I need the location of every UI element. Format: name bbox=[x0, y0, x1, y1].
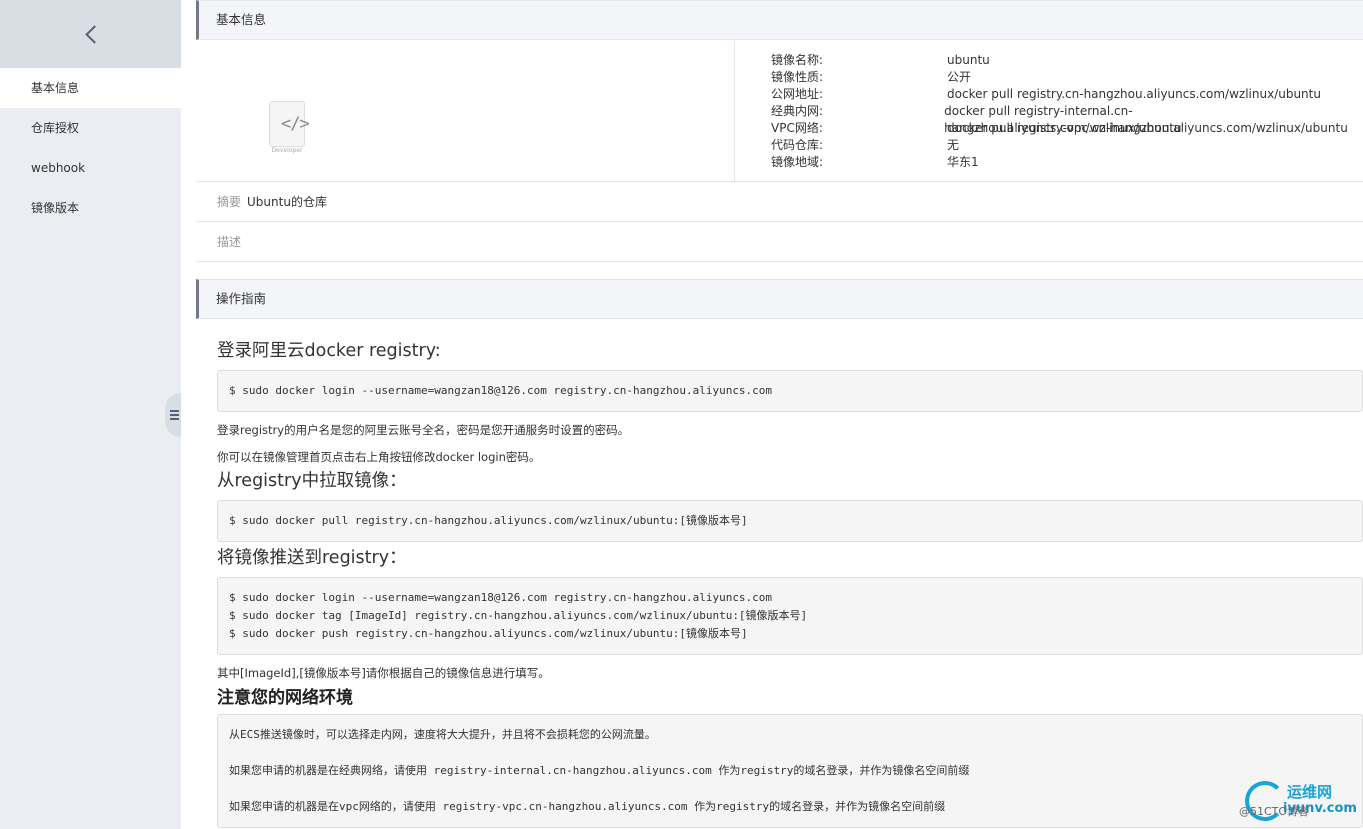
basic-info-header: 基本信息 bbox=[196, 0, 1363, 40]
sidebar-item-repo-auth[interactable]: 仓库授权 bbox=[0, 108, 181, 148]
logo-caption: Developer bbox=[271, 147, 303, 154]
summary-value: Ubuntu的仓库 bbox=[247, 195, 327, 209]
attr-value: docker pull registry.cn-hangzhou.aliyunc… bbox=[947, 87, 1321, 101]
description-label: 描述 bbox=[217, 235, 242, 249]
attr-key: VPC网络: bbox=[771, 121, 823, 135]
menu-icon bbox=[170, 409, 179, 421]
repo-logo-area: </> Developer bbox=[196, 40, 736, 181]
sidebar-item-webhook[interactable]: webhook bbox=[0, 148, 181, 188]
repo-attributes: 镜像名称: ubuntu 镜像性质: 公开 公网地址: docker pull reg… bbox=[735, 40, 1363, 181]
sidebar-item-basic-info[interactable]: 基本信息 bbox=[0, 68, 181, 108]
push-code-block: $ sudo docker login --username=wangzan18… bbox=[217, 577, 1363, 655]
watermark-text-1: 运维网 bbox=[1287, 783, 1333, 801]
login-note-1: 登录registry的用户名是您的阿里云账号全名，密码是您开通服务时设置的密码。 bbox=[217, 423, 630, 437]
sidebar-header bbox=[0, 0, 181, 68]
attr-key: 代码仓库: bbox=[771, 138, 824, 152]
summary-row: 摘要 Ubuntu的仓库 bbox=[196, 182, 1363, 222]
attr-value: 公开 bbox=[947, 70, 972, 84]
login-code-block: $ sudo docker login --username=wangzan18… bbox=[217, 370, 1363, 412]
attr-key: 镜像地域: bbox=[771, 155, 824, 169]
push-note: 其中[ImageId],[镜像版本号]请你根据自己的镜像信息进行填写。 bbox=[217, 666, 550, 680]
pull-code-block: $ sudo docker pull registry.cn-hangzhou.… bbox=[217, 500, 1363, 542]
network-code-block: 从ECS推送镜像时，可以选择走内网，速度将大大提升，并且将不会损耗您的公网流量。… bbox=[217, 714, 1363, 828]
sidebar-collapse-button[interactable] bbox=[165, 393, 181, 437]
summary-label: 摘要 bbox=[217, 195, 242, 209]
basic-info-box: </> Developer 镜像名称: ubuntu 镜像性质: 公开 公网地址: d… bbox=[196, 40, 1363, 182]
watermark-logo: 运维网 iyunv.com @51CTO博客 bbox=[1239, 779, 1357, 823]
attr-row: 代码仓库: 无 bbox=[771, 137, 1363, 154]
network-title: 注意您的网络环境 bbox=[217, 688, 353, 708]
sidebar: 基本信息 仓库授权 webhook 镜像版本 bbox=[0, 0, 181, 829]
developer-code-icon: </> Developer bbox=[269, 94, 310, 154]
attr-value: ubuntu bbox=[947, 53, 990, 67]
attr-key: 经典内网: bbox=[771, 104, 824, 118]
attr-value: docker pull registry-vpc.cn-hangzhou.ali… bbox=[947, 121, 1348, 135]
guide-content: 登录阿里云docker registry: $ sudo docker logi… bbox=[196, 319, 1363, 828]
watermark-text-3: @51CTO博客 bbox=[1239, 805, 1310, 818]
pull-title: 从registry中拉取镜像： bbox=[217, 471, 407, 491]
attr-row: 镜像地域: 华东1 bbox=[771, 154, 1363, 171]
sidebar-item-image-versions[interactable]: 镜像版本 bbox=[0, 188, 181, 228]
chevron-left-icon[interactable] bbox=[83, 23, 99, 45]
attr-row: VPC网络: docker pull registry-vpc.cn-hangzh… bbox=[771, 120, 1363, 137]
push-title: 将镜像推送到registry： bbox=[217, 548, 407, 568]
attr-row: 镜像名称: ubuntu bbox=[771, 52, 1363, 69]
description-row: 描述 bbox=[196, 222, 1363, 262]
attr-value: 华东1 bbox=[947, 155, 979, 169]
attr-value: docker pull registry-internal.cn-hangzho… bbox=[944, 104, 1182, 135]
login-title: 登录阿里云docker registry: bbox=[217, 341, 441, 361]
attr-row: 经典内网: docker pull registry-internal.cn-ha… bbox=[771, 103, 1363, 135]
attr-row: 镜像性质: 公开 bbox=[771, 69, 1363, 86]
attr-value: 无 bbox=[947, 138, 960, 152]
guide-header: 操作指南 bbox=[196, 279, 1363, 319]
login-note-2: 你可以在镜像管理首页点击右上角按钮修改docker login密码。 bbox=[217, 450, 541, 464]
attr-key: 镜像名称: bbox=[771, 53, 824, 67]
attr-key: 公网地址: bbox=[771, 87, 824, 101]
attr-key: 镜像性质: bbox=[771, 70, 824, 84]
attr-row: 公网地址: docker pull registry.cn-hangzhou.al… bbox=[771, 86, 1363, 103]
main-content: 基本信息 </> Developer 镜像名称: ubuntu 镜像性质: 公开 公… bbox=[196, 0, 1363, 829]
